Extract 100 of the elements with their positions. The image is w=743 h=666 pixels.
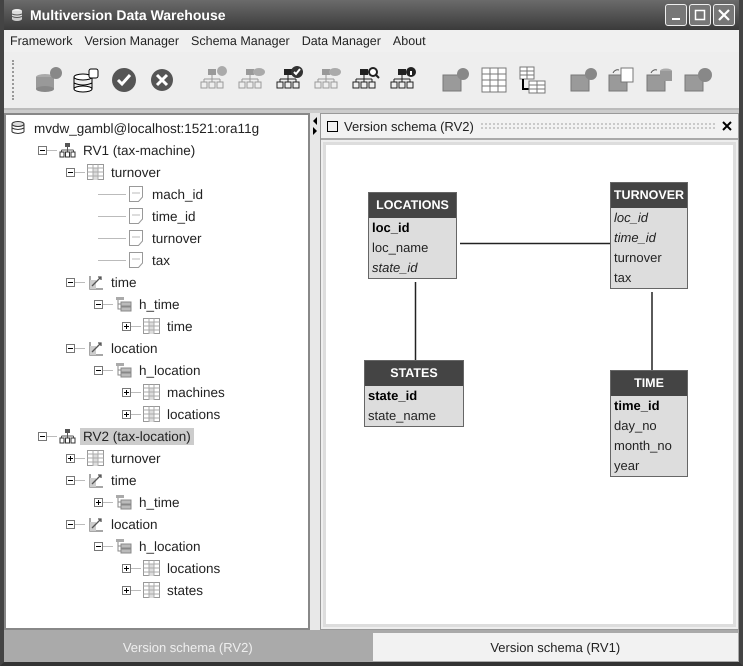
tree-item[interactable]: RV2 (tax-location): [80, 428, 194, 444]
entity-table[interactable]: TURNOVER loc_id time_id turnover tax: [610, 182, 688, 289]
plus-icon: [122, 388, 131, 396]
expand-toggle[interactable]: [122, 586, 131, 594]
tab[interactable]: Version schema (RV1): [372, 632, 739, 662]
attribute: loc_id: [613, 209, 650, 227]
expand-toggle[interactable]: [122, 322, 131, 330]
minus-icon: [66, 344, 75, 352]
close-panel-button[interactable]: [722, 121, 732, 131]
minimize-icon: [672, 18, 680, 20]
attribute: year: [613, 457, 640, 475]
tree-item[interactable]: h_time: [136, 494, 183, 510]
toolbar-grip[interactable]: [12, 60, 17, 100]
collapse-toggle[interactable]: [94, 366, 103, 374]
attribute: state_id: [371, 259, 419, 277]
expand-toggle[interactable]: [66, 454, 75, 462]
close-icon: [718, 9, 730, 21]
expand-toggle[interactable]: [122, 388, 131, 396]
table-icon: [517, 65, 547, 95]
collapse-toggle[interactable]: [66, 344, 75, 352]
attribute: turnover: [613, 249, 663, 267]
tree-item[interactable]: locations: [164, 560, 224, 576]
tree-item[interactable]: mach_id: [149, 186, 206, 202]
table-icon: [143, 318, 160, 334]
maximize-button[interactable]: [689, 4, 711, 26]
attribute: time_id: [613, 397, 661, 415]
menu-item[interactable]: Framework: [10, 34, 73, 48]
attribute: time_id: [613, 229, 658, 247]
entity-table[interactable]: STATES state_id state_name: [364, 360, 464, 427]
tree-item[interactable]: mvdw_gambl@localhost:1521:ora11g: [31, 120, 262, 136]
plus-icon: [94, 498, 103, 506]
entity-name: STATES: [365, 361, 463, 386]
panel-title: Version schema (RV2): [344, 118, 474, 134]
tree-item[interactable]: time: [108, 472, 140, 488]
axis-icon: [87, 340, 104, 356]
expand-toggle[interactable]: [122, 410, 131, 418]
tree-item[interactable]: turnover: [108, 164, 164, 180]
minimize-button[interactable]: [665, 4, 687, 26]
table-icon: [87, 450, 104, 466]
tree-item[interactable]: h_location: [136, 538, 204, 554]
entity-table[interactable]: TIME time_id day_no month_no year: [610, 370, 688, 477]
table-icon: [143, 582, 160, 598]
tree-item[interactable]: time_id: [149, 208, 199, 224]
column-icon: [128, 230, 145, 246]
collapse-toggle[interactable]: [66, 476, 75, 484]
tree-item[interactable]: turnover: [149, 230, 205, 246]
tree-item[interactable]: tax: [149, 252, 174, 268]
window-title: Multiversion Data Warehouse: [30, 7, 227, 23]
menu-item[interactable]: About: [392, 34, 426, 48]
menu-item[interactable]: Schema Manager: [191, 34, 290, 48]
entity-table[interactable]: LOCATIONS loc_id loc_name state_id: [368, 192, 457, 279]
collapse-toggle[interactable]: [66, 520, 75, 528]
tree-item[interactable]: location: [108, 516, 161, 532]
collapse-toggle[interactable]: [38, 432, 47, 440]
minus-icon: [38, 432, 47, 440]
attribute: loc_name: [371, 239, 430, 257]
maximize-icon: [694, 9, 706, 21]
plus-icon: [122, 564, 131, 572]
tree-item[interactable]: turnover: [108, 450, 164, 466]
entity-name: TURNOVER: [611, 183, 687, 208]
collapse-arrows-icon: [312, 115, 318, 137]
attribute: day_no: [613, 417, 658, 435]
hierarchy-icon: [59, 142, 76, 158]
check-icon: [109, 65, 139, 95]
tree-item[interactable]: locations: [164, 406, 224, 422]
tree-item[interactable]: time: [164, 318, 196, 334]
collapse-toggle[interactable]: [94, 300, 103, 308]
menu-item[interactable]: Version Manager: [84, 34, 180, 48]
table-icon: [479, 65, 509, 95]
axis-icon: [87, 516, 104, 532]
tree-item[interactable]: location: [108, 340, 161, 356]
menu-item[interactable]: Data Manager: [302, 34, 381, 48]
database-icon: [10, 120, 27, 136]
attribute: state_name: [367, 407, 437, 425]
attribute: state_id: [367, 387, 418, 405]
close-button[interactable]: [713, 4, 735, 26]
tree-item[interactable]: states: [164, 582, 206, 598]
table-icon: [87, 164, 104, 180]
minus-icon: [94, 366, 103, 374]
tree-item[interactable]: machines: [164, 384, 228, 400]
collapse-toggle[interactable]: [66, 278, 75, 286]
collapse-toggle[interactable]: [66, 168, 75, 176]
minus-icon: [66, 476, 75, 484]
expand-toggle[interactable]: [94, 498, 103, 506]
plus-icon: [66, 454, 75, 462]
collapse-toggle[interactable]: [38, 146, 47, 154]
tree-item[interactable]: time: [108, 274, 140, 290]
minus-icon: [94, 542, 103, 550]
minus-icon: [66, 520, 75, 528]
collapse-toggle[interactable]: [94, 542, 103, 550]
axis-icon: [87, 274, 104, 290]
plus-icon: [122, 586, 131, 594]
expand-toggle[interactable]: [122, 564, 131, 572]
table-icon: [143, 406, 160, 422]
hierarchy-icon: [115, 362, 132, 378]
column-icon: [128, 208, 145, 224]
tree-item[interactable]: RV1 (tax-machine): [80, 142, 198, 158]
tree-item[interactable]: h_time: [136, 296, 183, 312]
tree-item[interactable]: h_location: [136, 362, 204, 378]
minus-icon: [38, 146, 47, 154]
